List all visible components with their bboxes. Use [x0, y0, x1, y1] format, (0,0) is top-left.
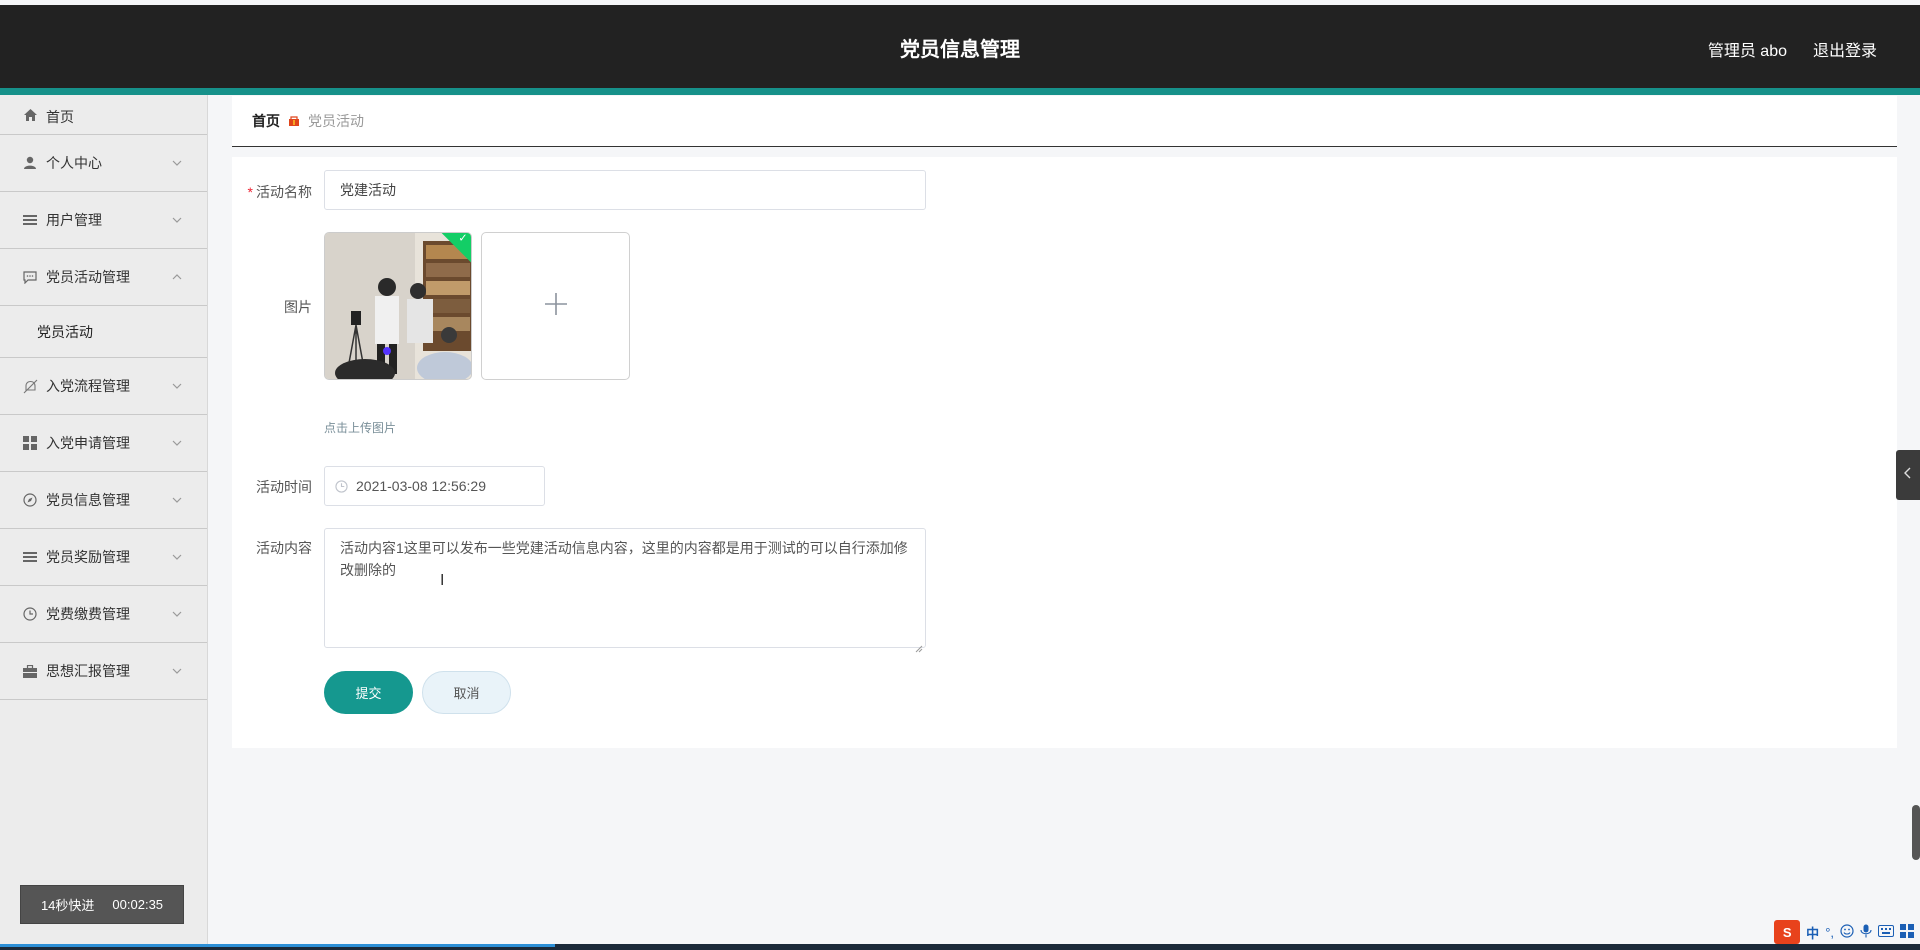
sidebar-item-label: 首页 [46, 109, 74, 125]
image-label: 图片 [284, 299, 312, 315]
sidebar-item-join-application[interactable]: 入党申请管理 [0, 415, 207, 472]
chevron-down-icon [169, 435, 185, 451]
upload-hint: 点击上传图片 [324, 421, 397, 435]
current-user: 管理员 abo [1707, 43, 1787, 60]
sidebar-item-label: 党员活动管理 [46, 269, 130, 285]
activity-time-label: 活动时间 [256, 479, 312, 495]
uploaded-image-thumbnail[interactable]: ✓ [324, 232, 472, 380]
emoji-icon[interactable] [1840, 923, 1854, 941]
breadcrumb-home[interactable]: 首页 [252, 111, 280, 131]
sidebar: 首页 个人中心 用户管理 党员活动管理 党员活动 入党流程管理 入党申请管理 党… [0, 95, 208, 950]
side-panel-toggle[interactable] [1896, 450, 1920, 500]
keyboard-icon[interactable] [1878, 924, 1894, 940]
sidebar-item-user-management[interactable]: 用户管理 [0, 192, 207, 249]
microphone-icon[interactable] [1860, 924, 1872, 941]
playback-overlay[interactable]: 14秒快进 00:02:35 [20, 885, 184, 924]
chevron-down-icon [169, 212, 185, 228]
upload-add-button[interactable] [481, 232, 630, 380]
chevron-down-icon [169, 663, 185, 679]
sidebar-item-member-info[interactable]: 党员信息管理 [0, 472, 207, 529]
chevron-down-icon [169, 378, 185, 394]
breadcrumb-current: 党员活动 [308, 113, 364, 129]
ime-language[interactable]: 中 [1806, 923, 1819, 942]
sidebar-item-label: 党员信息管理 [46, 492, 130, 508]
compass-icon [22, 492, 38, 508]
sidebar-item-home[interactable]: 首页 [0, 95, 207, 135]
ime-punctuation[interactable]: °, [1825, 925, 1834, 940]
sidebar-item-label: 用户管理 [46, 212, 102, 228]
chevron-down-icon [169, 155, 185, 171]
ime-toolbar[interactable]: S 中 °, [1774, 920, 1920, 944]
playback-speed: 14秒快进 [40, 898, 95, 913]
breadcrumb-separator-icon [286, 115, 302, 127]
breadcrumb: 首页 党员活动 [232, 96, 1897, 147]
header-accent-line [0, 88, 1920, 95]
user-icon [22, 155, 38, 171]
text-cursor-icon: I [440, 572, 445, 589]
plus-icon [544, 292, 568, 321]
clock-icon [22, 606, 38, 622]
activity-name-label: * 活动名称 [247, 184, 312, 200]
activity-content-text: 活动内容1这里可以发布一些党建活动信息内容，这里的内容都是用于测试的可以自行添加… [340, 540, 908, 578]
ime-logo-icon: S [1774, 920, 1801, 944]
chevron-down-icon [169, 606, 185, 622]
activity-content-textarea[interactable]: 活动内容1这里可以发布一些党建活动信息内容，这里的内容都是用于测试的可以自行添加… [324, 528, 926, 653]
sidebar-item-label: 入党流程管理 [46, 378, 130, 394]
sidebar-item-label: 党员奖励管理 [46, 549, 130, 565]
clock-icon [335, 479, 348, 493]
submit-button[interactable]: 提交 [324, 671, 413, 714]
sidebar-item-personal-center[interactable]: 个人中心 [0, 135, 207, 192]
briefcase-icon [22, 663, 38, 679]
cancel-button[interactable]: 取消 [422, 671, 511, 714]
logout-link[interactable]: 退出登录 [1813, 37, 1877, 61]
sidebar-item-party-fee[interactable]: 党费缴费管理 [0, 586, 207, 643]
sidebar-item-label: 个人中心 [46, 155, 102, 171]
sidebar-item-thought-report[interactable]: 思想汇报管理 [0, 643, 207, 700]
chat-icon [22, 269, 38, 285]
activity-form: * 活动名称 党建活动 图片 ✓ 点击上传图片 活动时间 2021-03-08 … [232, 157, 1897, 748]
bell-off-icon [22, 378, 38, 394]
sidebar-item-member-reward[interactable]: 党员奖励管理 [0, 529, 207, 586]
activity-time-picker[interactable]: 2021-03-08 12:56:29 [324, 466, 545, 506]
list-icon [22, 549, 38, 565]
activity-name-input[interactable]: 党建活动 [324, 170, 926, 210]
home-icon [22, 107, 38, 123]
chevron-down-icon [169, 549, 185, 565]
sidebar-subitem-party-activity[interactable]: 党员活动 [0, 306, 207, 358]
sidebar-item-label: 思想汇报管理 [46, 663, 130, 679]
list-icon [22, 212, 38, 228]
sidebar-item-join-process[interactable]: 入党流程管理 [0, 358, 207, 415]
grid-icon [22, 435, 38, 451]
chevron-down-icon [169, 492, 185, 508]
sidebar-item-label: 党费缴费管理 [46, 606, 130, 622]
activity-photo [325, 233, 471, 379]
chevron-left-icon [1904, 466, 1912, 484]
activity-time-value: 2021-03-08 12:56:29 [356, 478, 486, 494]
chevron-up-icon [169, 269, 185, 285]
activity-content-label: 活动内容 [256, 540, 312, 556]
sidebar-item-label: 入党申请管理 [46, 435, 130, 451]
sidebar-item-activity-management[interactable]: 党员活动管理 [0, 249, 207, 306]
scrollbar[interactable] [1912, 805, 1920, 860]
resize-handle-icon[interactable] [915, 637, 923, 653]
video-progress-bar[interactable] [0, 944, 555, 947]
playback-timer: 00:02:35 [112, 897, 164, 912]
app-title: 党员信息管理 [900, 39, 1020, 61]
menu-grid-icon[interactable] [1900, 923, 1914, 941]
